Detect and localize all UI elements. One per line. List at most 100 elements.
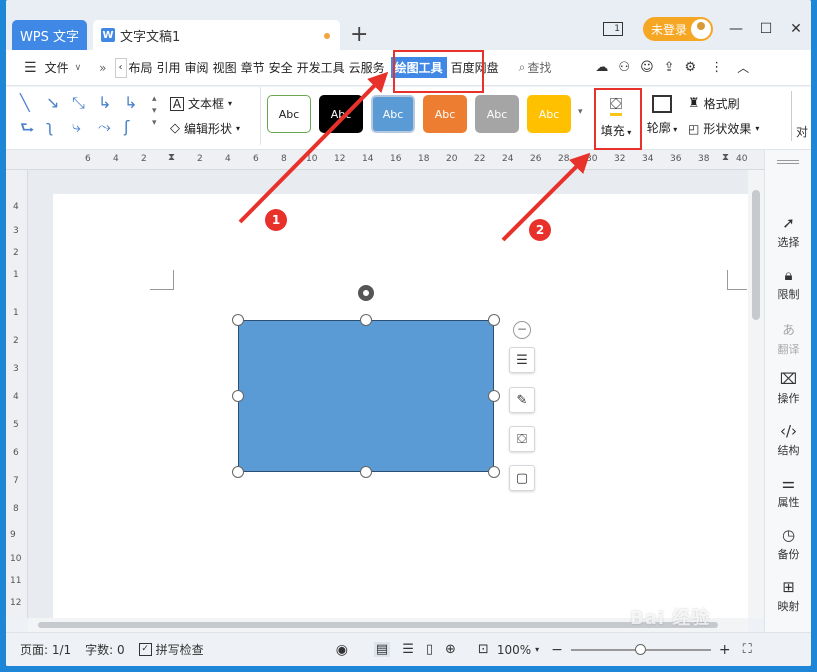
style-gray[interactable]: Abc: [475, 95, 519, 133]
settings-icon[interactable]: ⚙: [685, 60, 697, 75]
minimize-icon[interactable]: —: [721, 21, 751, 37]
text-box-button[interactable]: A 文本框 ▾: [170, 95, 232, 112]
ribbon-more-label[interactable]: 对: [796, 123, 808, 140]
resize-handle[interactable]: [232, 314, 244, 326]
outline-icon[interactable]: ▢: [509, 465, 535, 491]
panel-toggle-icon[interactable]: 1: [603, 22, 623, 36]
style-black[interactable]: Abc: [319, 95, 363, 133]
scroll-thumb[interactable]: [752, 190, 760, 320]
resize-handle[interactable]: [488, 390, 500, 402]
elbow-arrow-icon[interactable]: ↳: [124, 93, 137, 112]
tab-document[interactable]: W 文字文稿1: [93, 20, 340, 50]
read-mode-icon[interactable]: ▯: [426, 642, 433, 657]
search-label[interactable]: 查找: [525, 59, 553, 76]
resize-handle[interactable]: [488, 466, 500, 478]
style-gold[interactable]: Abc: [527, 95, 571, 133]
style-blue[interactable]: Abc: [371, 95, 415, 133]
menu-cloud[interactable]: 云服务: [347, 59, 387, 76]
more-icon[interactable]: ⋮: [710, 60, 723, 75]
word-count[interactable]: 字数: 0: [85, 641, 125, 658]
style-orange[interactable]: Abc: [423, 95, 467, 133]
style-white[interactable]: Abc: [267, 95, 311, 133]
fill-bucket-icon[interactable]: ⛋: [509, 426, 535, 452]
maximize-icon[interactable]: ☐: [751, 21, 781, 37]
resize-handle[interactable]: [232, 466, 244, 478]
page-indicator[interactable]: 页面: 1/1: [20, 641, 71, 658]
gallery-scroll-icon[interactable]: ▴ ▾ ▾: [152, 93, 157, 129]
spell-check-label[interactable]: 拼写检查: [156, 641, 204, 658]
scroll-left-icon[interactable]: ‹: [114, 57, 127, 78]
menu-file[interactable]: 文件: [43, 59, 71, 76]
sidebar-item-operate[interactable]: ⌧ 操作: [765, 370, 811, 406]
collapse-toolbar-icon[interactable]: −: [513, 321, 531, 339]
edit-pen-icon[interactable]: ✎: [509, 387, 535, 413]
sidebar-item-select[interactable]: ➚ 选择: [765, 214, 811, 250]
sidebar-item-mapping[interactable]: ⊞ 映射: [765, 578, 811, 614]
page-view-icon[interactable]: ▤: [373, 642, 391, 657]
elbow-connector-icon[interactable]: ↳: [98, 93, 111, 112]
close-icon[interactable]: ✕: [781, 21, 811, 37]
ruler-end-marker-icon[interactable]: ⧗: [722, 152, 729, 163]
curve-icon[interactable]: ʅ: [46, 117, 53, 136]
resize-handle[interactable]: [232, 390, 244, 402]
menu-layout[interactable]: 布局: [127, 59, 155, 76]
scribble-icon[interactable]: ʃ: [124, 117, 129, 136]
double-arrow-icon[interactable]: ⤡: [72, 93, 85, 113]
scroll-thumb[interactable]: [38, 622, 718, 628]
search-icon[interactable]: ⌕: [519, 60, 526, 75]
export-icon[interactable]: ⇪: [664, 60, 675, 75]
curved-connector-icon[interactable]: ⮑: [20, 117, 34, 144]
outline-view-icon[interactable]: ☰: [402, 642, 414, 657]
sidebar-item-properties[interactable]: ⚌ 属性: [765, 474, 811, 510]
zoom-slider-knob[interactable]: [634, 643, 646, 655]
zoom-in-icon[interactable]: +: [719, 642, 731, 658]
shape-effects-button[interactable]: ◰ 形状效果 ▾: [688, 120, 759, 137]
freeform-icon[interactable]: ⤳: [98, 117, 111, 137]
more-menus-icon[interactable]: »: [99, 61, 106, 75]
outline-button[interactable]: 轮廓 ▾: [642, 95, 682, 136]
spell-check-icon[interactable]: ✓: [138, 643, 152, 656]
new-tab-button[interactable]: +: [350, 22, 368, 47]
sidebar-item-structure[interactable]: ‹/› 结构: [765, 422, 811, 458]
menu-view[interactable]: 视图: [211, 59, 239, 76]
menu-references[interactable]: 引用: [155, 59, 183, 76]
resize-handle[interactable]: [360, 314, 372, 326]
hamburger-icon[interactable]: ☰: [24, 60, 37, 76]
layout-options-icon[interactable]: ☰: [509, 347, 535, 373]
sidebar-item-translate[interactable]: ぁ翻译: [765, 318, 811, 357]
fit-page-icon[interactable]: ⊡: [478, 642, 489, 657]
eye-protection-icon[interactable]: ◉: [336, 642, 348, 658]
resize-handle[interactable]: [488, 314, 500, 326]
web-view-icon[interactable]: ⊕: [445, 642, 456, 657]
menu-review[interactable]: 审阅: [183, 59, 211, 76]
line-shapes-gallery[interactable]: ╲ ↘ ⤡ ↳ ↳ ⮑ ʅ ⤷ ⤳ ʃ: [18, 91, 158, 141]
chevron-down-icon[interactable]: ∨: [75, 63, 82, 73]
share-user-icon[interactable]: ⚇: [618, 60, 630, 75]
resize-handle[interactable]: [360, 466, 372, 478]
chevron-down-icon[interactable]: ▾: [535, 645, 539, 654]
menu-security[interactable]: 安全: [267, 59, 295, 76]
sidebar-item-backup[interactable]: ◷ 备份: [765, 526, 811, 562]
vertical-scrollbar[interactable]: [748, 170, 764, 618]
indent-marker-icon[interactable]: ⧗: [168, 152, 175, 163]
collapse-ribbon-icon[interactable]: ︿: [737, 59, 749, 76]
menu-chapter[interactable]: 章节: [239, 59, 267, 76]
curve-arrow-icon[interactable]: ⤷: [72, 117, 81, 137]
line-icon[interactable]: ╲: [20, 93, 30, 112]
fullscreen-icon[interactable]: ⛶: [743, 642, 752, 657]
rectangle-shape[interactable]: [238, 320, 494, 472]
menu-developer[interactable]: 开发工具: [295, 59, 347, 76]
rotate-handle-icon[interactable]: [358, 285, 374, 301]
zoom-level[interactable]: 100%: [497, 643, 531, 657]
arrow-icon[interactable]: ↘: [46, 93, 59, 112]
cloud-sync-icon[interactable]: ☁: [595, 60, 608, 75]
login-button[interactable]: 未登录: [643, 17, 713, 41]
sidebar-item-restrict[interactable]: 🔒︎ 限制: [765, 266, 811, 302]
zoom-slider[interactable]: [570, 643, 711, 655]
edit-shape-button[interactable]: ◇ 编辑形状 ▾: [170, 120, 240, 137]
comment-icon[interactable]: ☺: [640, 60, 654, 75]
format-painter-button[interactable]: ♜ 格式刷: [688, 95, 740, 112]
tab-wps-writer[interactable]: WPS 文字: [12, 20, 87, 50]
styles-more-icon[interactable]: ▾: [578, 107, 583, 117]
zoom-out-icon[interactable]: −: [551, 642, 563, 658]
